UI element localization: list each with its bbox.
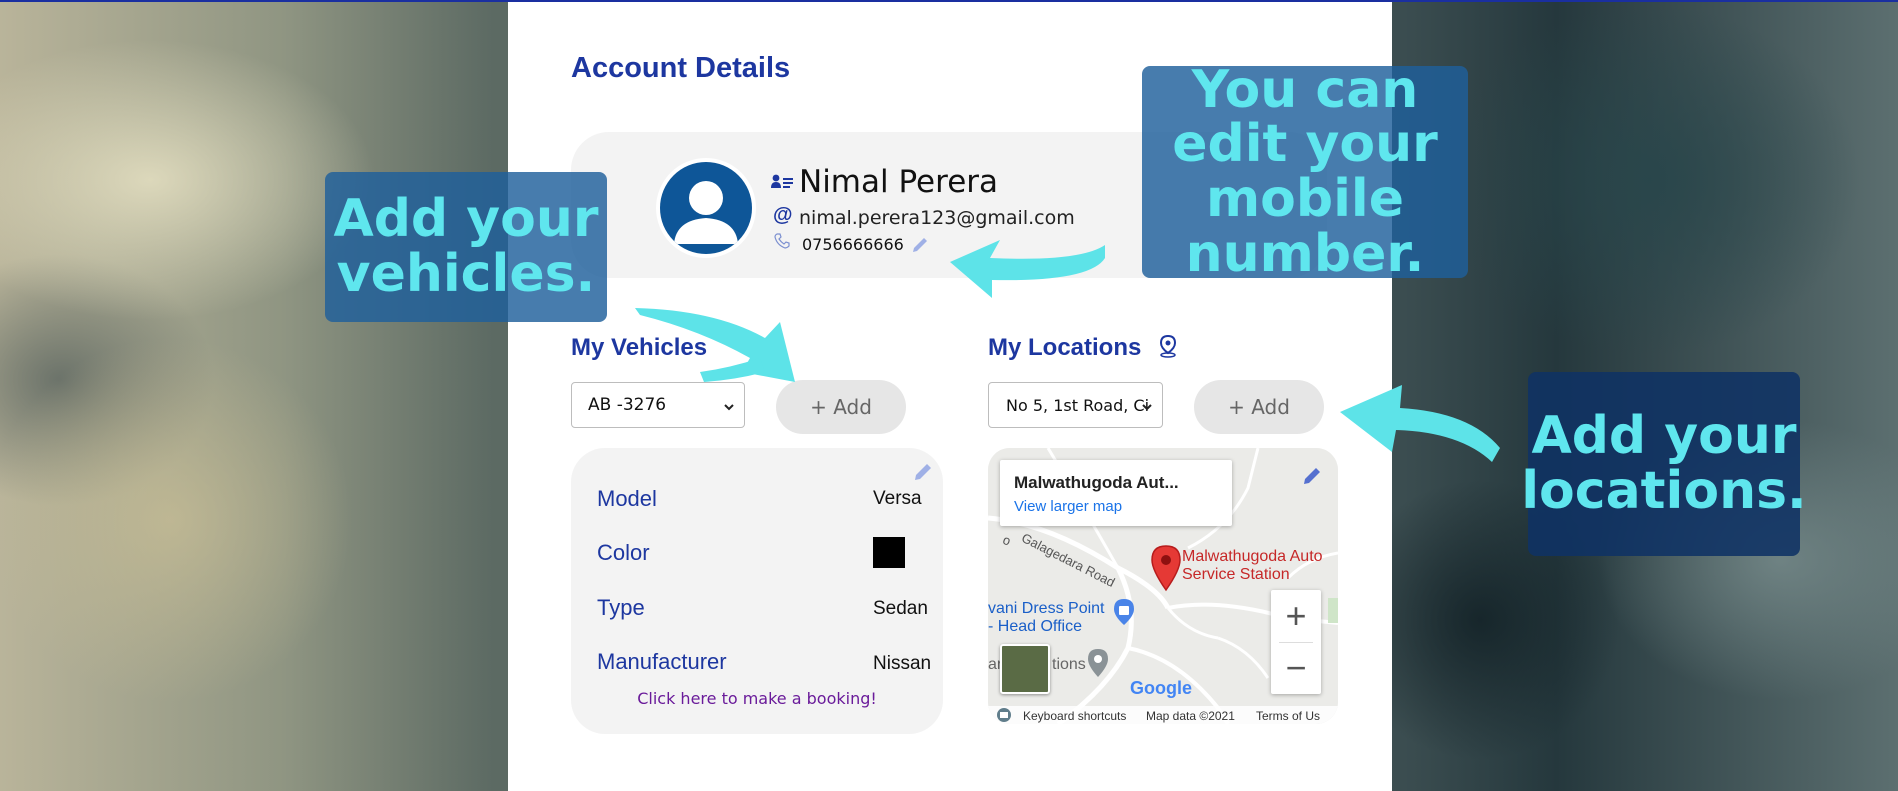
arrow-to-vehicles <box>635 308 795 382</box>
arrow-to-phone <box>950 240 1105 298</box>
callout-arrows <box>635 240 1500 462</box>
arrow-to-locations <box>1340 385 1500 462</box>
